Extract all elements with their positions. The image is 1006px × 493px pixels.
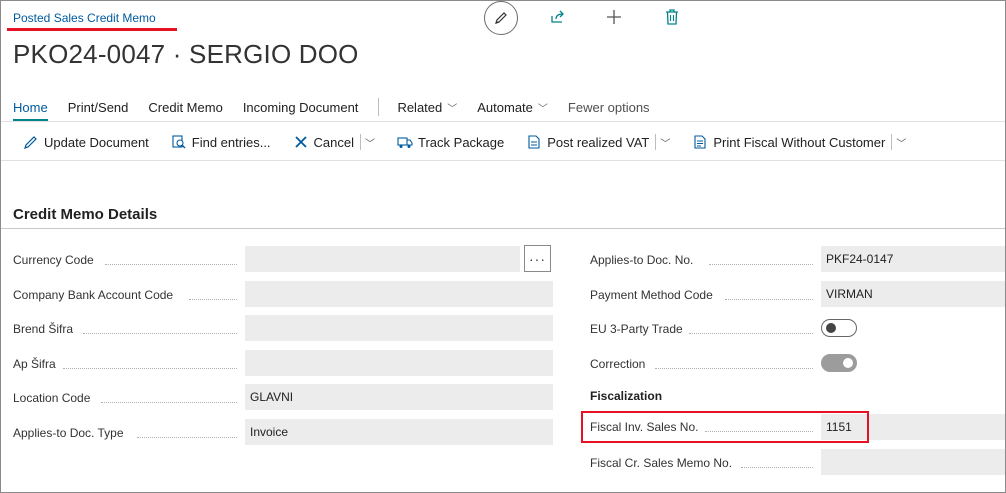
chevron-down-icon: ﹀: [537, 103, 548, 115]
print-fiscal-label: Print Fiscal Without Customer: [713, 134, 886, 150]
action-bar: Update Document Find entries... Cancel ﹀…: [23, 132, 928, 152]
field-leader-dots: [137, 436, 237, 438]
post-realized-vat-button[interactable]: Post realized VAT: [526, 134, 649, 150]
track-package-label: Track Package: [418, 134, 505, 150]
post-realized-vat-dropdown[interactable]: ﹀: [655, 134, 670, 150]
section-divider: [1, 228, 1005, 229]
share-icon[interactable]: [548, 7, 568, 27]
add-icon[interactable]: [604, 7, 624, 27]
edit-icon[interactable]: [484, 1, 518, 35]
eu-3-party-trade-toggle[interactable]: [821, 319, 857, 337]
toggle-knob: [826, 323, 836, 333]
applies-to-doc-no-label: Applies-to Doc. No.: [590, 253, 694, 267]
page-type-caption: Posted Sales Credit Memo: [13, 11, 156, 25]
chevron-down-icon: ﹀: [447, 103, 458, 115]
currency-code-label: Currency Code: [13, 253, 94, 267]
find-entries-label: Find entries...: [191, 134, 271, 150]
chevron-down-icon: ﹀: [365, 138, 376, 150]
update-document-label: Update Document: [44, 134, 149, 150]
fiscal-cr-sales-memo-no-field[interactable]: [821, 449, 1005, 475]
tab-automate[interactable]: Automate ﹀: [477, 100, 548, 115]
applies-to-doc-type-label: Applies-to Doc. Type: [13, 426, 124, 440]
update-document-button[interactable]: Update Document: [23, 134, 149, 150]
company-bank-account-code-field[interactable]: [245, 281, 553, 307]
toggle-knob: [843, 358, 853, 368]
cancel-dropdown[interactable]: ﹀: [360, 134, 375, 150]
field-leader-dots: [101, 401, 237, 403]
pencil-icon: [23, 134, 39, 150]
post-realized-vat-label: Post realized VAT: [547, 134, 650, 150]
split-divider: [655, 134, 657, 150]
payment-method-code-label: Payment Method Code: [590, 288, 713, 302]
tab-home[interactable]: Home: [13, 100, 48, 121]
field-leader-dots: [189, 298, 237, 300]
print-fiscal-button[interactable]: Print Fiscal Without Customer: [692, 134, 885, 150]
truck-icon: [397, 134, 413, 150]
ap-sifra-label: Ap Šifra: [13, 357, 56, 371]
print-document-icon: [692, 134, 708, 150]
split-divider: [360, 134, 362, 150]
chevron-down-icon: ﹀: [896, 138, 907, 150]
track-package-button[interactable]: Track Package: [397, 134, 504, 150]
field-leader-dots: [105, 263, 237, 265]
delete-icon[interactable]: [662, 7, 682, 27]
tab-print-send[interactable]: Print/Send: [68, 100, 129, 115]
fewer-options-button[interactable]: Fewer options: [568, 100, 650, 115]
action-nav-bar: Home Print/Send Credit Memo Incoming Doc…: [13, 96, 670, 121]
brend-sifra-label: Brend Šifra: [13, 322, 74, 336]
page-top-actions: [484, 1, 704, 35]
tab-credit-memo[interactable]: Credit Memo: [148, 100, 222, 115]
fiscal-cr-sales-memo-no-label: Fiscal Cr. Sales Memo No.: [590, 456, 733, 470]
payment-method-code-field[interactable]: VIRMAN: [821, 281, 1005, 307]
print-fiscal-dropdown[interactable]: ﹀: [891, 134, 906, 150]
red-underline-annotation: [7, 28, 177, 31]
correction-label: Correction: [590, 357, 646, 371]
page-title: PKO24-0047 · SERGIO DOO: [13, 39, 359, 69]
eu-3-party-trade-label: EU 3-Party Trade: [590, 322, 683, 336]
field-leader-dots: [83, 332, 237, 334]
field-leader-dots: [689, 332, 813, 334]
document-post-icon: [526, 134, 542, 150]
tab-incoming-document[interactable]: Incoming Document: [243, 100, 359, 115]
cancel-label: Cancel: [313, 134, 355, 150]
tab-automate-label: Automate: [477, 99, 533, 115]
applies-to-doc-no-field[interactable]: PKF24-0147: [821, 246, 1005, 272]
applies-to-doc-type-field[interactable]: Invoice: [245, 419, 553, 445]
tab-related-label: Related: [397, 99, 443, 115]
nav-divider-line: [1, 121, 1005, 122]
nav-divider: [378, 98, 380, 116]
brend-sifra-field[interactable]: [245, 315, 553, 341]
split-divider: [891, 134, 893, 150]
page-frame: Posted Sales Credit Memo PKO24-0047 · SE…: [0, 0, 1006, 493]
find-entries-button[interactable]: Find entries...: [171, 134, 271, 150]
ap-sifra-field[interactable]: [245, 350, 553, 376]
location-code-field[interactable]: GLAVNI: [245, 384, 553, 410]
field-leader-dots: [655, 367, 813, 369]
close-icon: [293, 134, 309, 150]
cancel-button[interactable]: Cancel: [293, 134, 354, 150]
correction-toggle[interactable]: [821, 354, 857, 372]
company-bank-account-code-label: Company Bank Account Code: [13, 288, 174, 302]
section-title: Credit Memo Details: [13, 206, 158, 223]
fiscalization-group-title: Fiscalization: [590, 389, 663, 403]
field-leader-dots: [725, 298, 813, 300]
location-code-label: Location Code: [13, 391, 91, 405]
currency-code-lookup-button[interactable]: ···: [524, 245, 551, 272]
field-leader-dots: [709, 263, 813, 265]
field-leader-dots: [741, 466, 813, 468]
field-leader-dots: [63, 367, 237, 369]
red-highlight-annotation: [581, 411, 869, 443]
action-bar-divider: [1, 160, 1005, 161]
find-entries-icon: [171, 134, 187, 150]
chevron-down-icon: ﹀: [660, 138, 671, 150]
currency-code-field[interactable]: [245, 246, 520, 272]
tab-related[interactable]: Related ﹀: [397, 100, 457, 115]
